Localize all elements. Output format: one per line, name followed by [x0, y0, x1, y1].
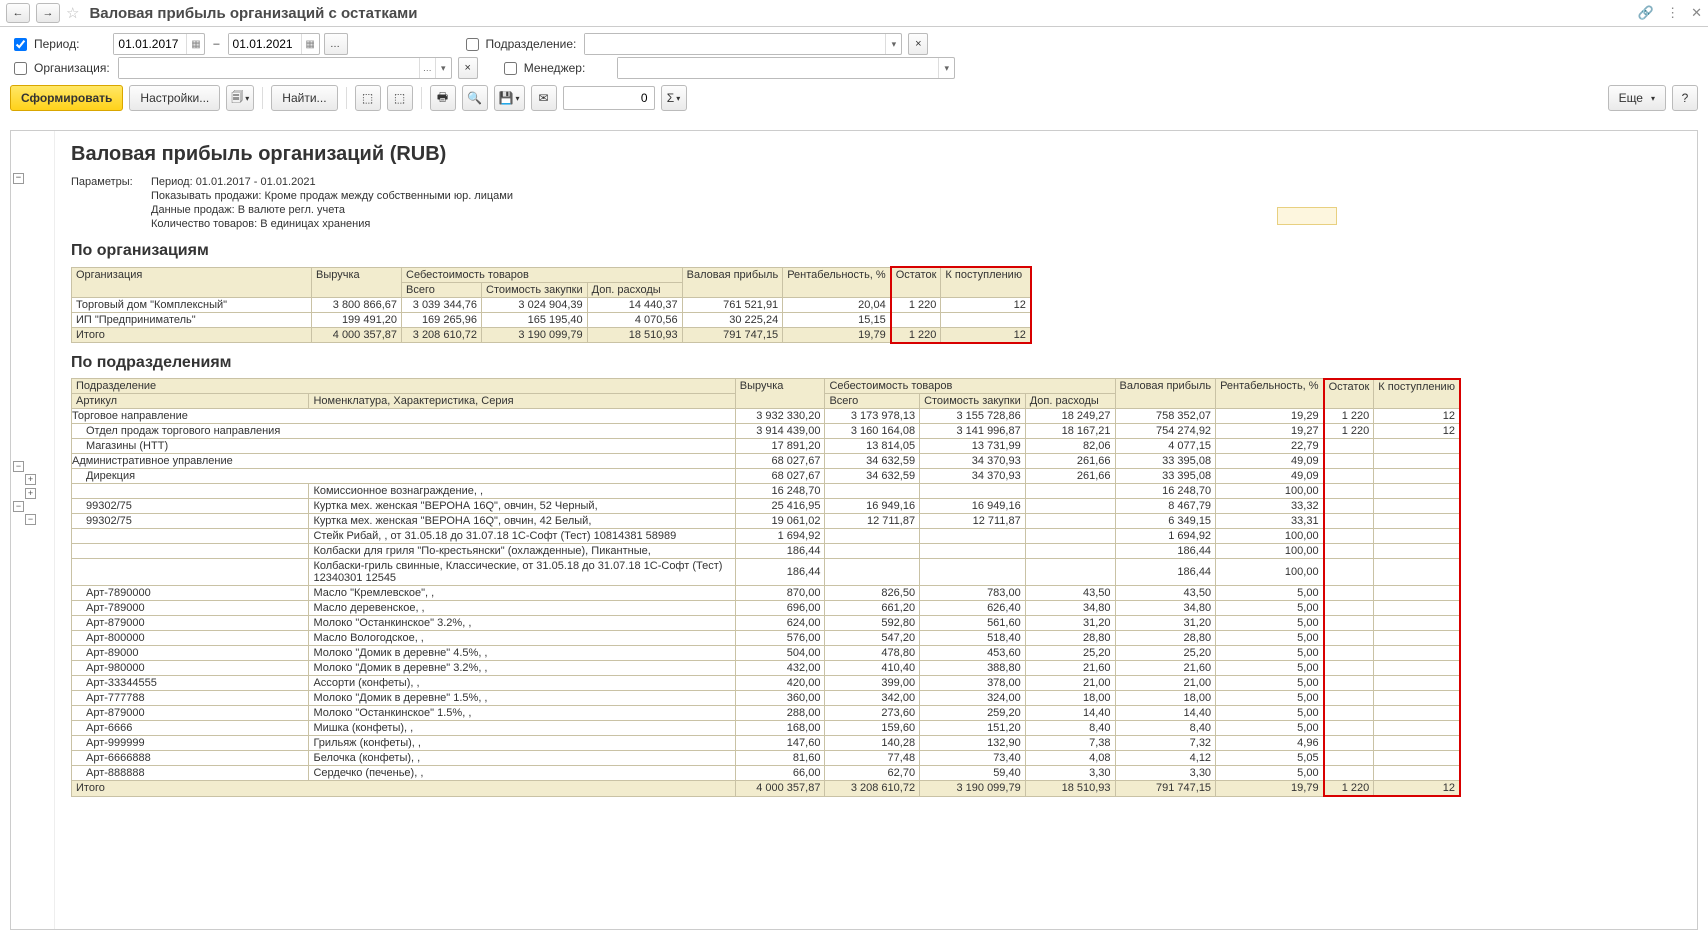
- preview-button[interactable]: 🔍: [462, 85, 488, 111]
- table-row[interactable]: Арт-879000Молоко "Останкинское" 1.5%, ,2…: [72, 706, 1461, 721]
- table-row[interactable]: Арт-777788Молоко "Домик в деревне" 1.5%,…: [72, 691, 1461, 706]
- manager-select[interactable]: ▾: [617, 57, 955, 79]
- print-button[interactable]: 🖶: [430, 85, 456, 111]
- table-row[interactable]: 99302/75Куртка мех. женская "ВЕРОНА 16Q"…: [72, 514, 1461, 529]
- period-options-button[interactable]: …: [324, 33, 348, 55]
- dropdown-icon[interactable]: ▾: [938, 58, 954, 78]
- subdivision-checkbox[interactable]: [466, 38, 479, 51]
- form-report-button[interactable]: Сформировать: [10, 85, 123, 111]
- window-title: Валовая прибыль организаций с остатками: [89, 5, 417, 22]
- sum-input[interactable]: [563, 86, 655, 110]
- section-subdivisions-title: По подразделениям: [71, 354, 1681, 372]
- variants-button[interactable]: 🗐▾: [226, 85, 254, 111]
- report-parameters: Параметры: Период: 01.01.2017 - 01.01.20…: [71, 176, 1681, 232]
- find-button[interactable]: Найти...: [271, 85, 337, 111]
- date-from-input[interactable]: ▦: [113, 33, 205, 55]
- date-to-input[interactable]: ▦: [228, 33, 320, 55]
- table-row[interactable]: Административное управление68 027,6734 6…: [72, 454, 1461, 469]
- table-row[interactable]: Арт-6666Мишка (конфеты), ,168,00159,6015…: [72, 721, 1461, 736]
- table-row[interactable]: Дирекция68 027,6734 632,5934 370,93261,6…: [72, 469, 1461, 484]
- manager-label: Менеджер:: [524, 61, 586, 75]
- table-row[interactable]: Комиссионное вознаграждение, ,16 248,701…: [72, 484, 1461, 499]
- table-row[interactable]: Арт-800000Масло Вологодское, ,576,00547,…: [72, 631, 1461, 646]
- menu-icon[interactable]: ⋮: [1666, 5, 1679, 21]
- subdivision-select[interactable]: ▾: [584, 33, 902, 55]
- more-button[interactable]: Еще▾: [1608, 85, 1666, 111]
- table-row[interactable]: Колбаски-гриль свинные, Классические, от…: [72, 559, 1461, 586]
- table-row[interactable]: Арт-999999Грильяж (конфеты), ,147,60140,…: [72, 736, 1461, 751]
- highlight-box: [1277, 207, 1337, 225]
- table-row[interactable]: Торговое направление3 932 330,203 173 97…: [72, 409, 1461, 424]
- collapse-all-button[interactable]: ⬚: [387, 85, 413, 111]
- period-checkbox[interactable]: [14, 38, 27, 51]
- save-button[interactable]: 💾▾: [494, 85, 525, 111]
- organizations-table: Организация Выручка Себестоимость товаро…: [71, 266, 1032, 344]
- calendar-icon[interactable]: ▦: [301, 34, 319, 54]
- organization-label: Организация:: [34, 61, 110, 75]
- table-row[interactable]: Арт-33344555Ассорти (конфеты), ,420,0039…: [72, 676, 1461, 691]
- table-row[interactable]: Арт-879000Молоко "Останкинское" 3.2%, ,6…: [72, 616, 1461, 631]
- link-icon[interactable]: 🔗: [1638, 5, 1654, 21]
- nav-forward-button[interactable]: →: [36, 3, 60, 23]
- manager-checkbox[interactable]: [504, 62, 517, 75]
- nav-back-button[interactable]: ←: [6, 3, 30, 23]
- period-label: Период:: [34, 37, 79, 51]
- table-row[interactable]: Стейк Рибай, , от 31.05.18 до 31.07.18 1…: [72, 529, 1461, 544]
- table-row[interactable]: Отдел продаж торгового направления3 914 …: [72, 424, 1461, 439]
- expand-all-button[interactable]: ⬚: [355, 85, 381, 111]
- report-title: Валовая прибыль организаций (RUB): [71, 143, 1681, 166]
- tree-expand-icon[interactable]: +: [25, 488, 36, 499]
- dropdown-icon[interactable]: ▾: [885, 34, 901, 54]
- tree-expand-icon[interactable]: +: [25, 474, 36, 485]
- tree-collapse-icon[interactable]: −: [13, 501, 24, 512]
- subdivisions-table: Подразделение Выручка Себестоимость това…: [71, 378, 1461, 798]
- tree-collapse-icon[interactable]: −: [13, 461, 24, 472]
- favorite-star-icon[interactable]: ☆: [66, 4, 79, 22]
- subdivision-clear-button[interactable]: ×: [908, 33, 928, 55]
- section-organizations-title: По организациям: [71, 242, 1681, 260]
- settings-button[interactable]: Настройки...: [129, 85, 220, 111]
- table-total-row: Итого4 000 357,873 208 610,723 190 099,7…: [72, 327, 1031, 343]
- mail-button[interactable]: ✉: [531, 85, 557, 111]
- options-icon[interactable]: …: [419, 58, 435, 78]
- table-row[interactable]: Арт-789000Масло деревенское, ,696,00661,…: [72, 601, 1461, 616]
- dropdown-icon[interactable]: ▾: [435, 58, 451, 78]
- table-row[interactable]: Арт-888888Сердечко (печенье), ,66,0062,7…: [72, 766, 1461, 781]
- table-row[interactable]: Арт-6666888Белочка (конфеты), ,81,6077,4…: [72, 751, 1461, 766]
- table-row[interactable]: 99302/75Куртка мех. женская "ВЕРОНА 16Q"…: [72, 499, 1461, 514]
- table-row[interactable]: Магазины (НТТ)17 891,2013 814,0513 731,9…: [72, 439, 1461, 454]
- table-total-row: Итого4 000 357,873 208 610,723 190 099,7…: [72, 781, 1461, 797]
- organization-select[interactable]: … ▾: [118, 57, 452, 79]
- close-icon[interactable]: ✕: [1691, 5, 1702, 21]
- tree-collapse-icon[interactable]: −: [25, 514, 36, 525]
- table-row[interactable]: Колбаски для гриля "По-крестьянски" (охл…: [72, 544, 1461, 559]
- table-row[interactable]: Арт-7890000Масло "Кремлевское", ,870,008…: [72, 586, 1461, 601]
- organization-checkbox[interactable]: [14, 62, 27, 75]
- table-row[interactable]: Арт-89000Молоко "Домик в деревне" 4.5%, …: [72, 646, 1461, 661]
- sigma-button[interactable]: Σ▾: [661, 85, 687, 111]
- calendar-icon[interactable]: ▦: [186, 34, 204, 54]
- table-row[interactable]: Арт-980000Молоко "Домик в деревне" 3.2%,…: [72, 661, 1461, 676]
- table-row[interactable]: Торговый дом "Комплексный"3 800 866,673 …: [72, 297, 1031, 312]
- subdivision-label: Подразделение:: [486, 37, 577, 51]
- table-row[interactable]: ИП "Предприниматель"199 491,20169 265,96…: [72, 312, 1031, 327]
- help-button[interactable]: ?: [1672, 85, 1698, 111]
- organization-clear-button[interactable]: ×: [458, 57, 478, 79]
- tree-collapse-icon[interactable]: −: [13, 173, 24, 184]
